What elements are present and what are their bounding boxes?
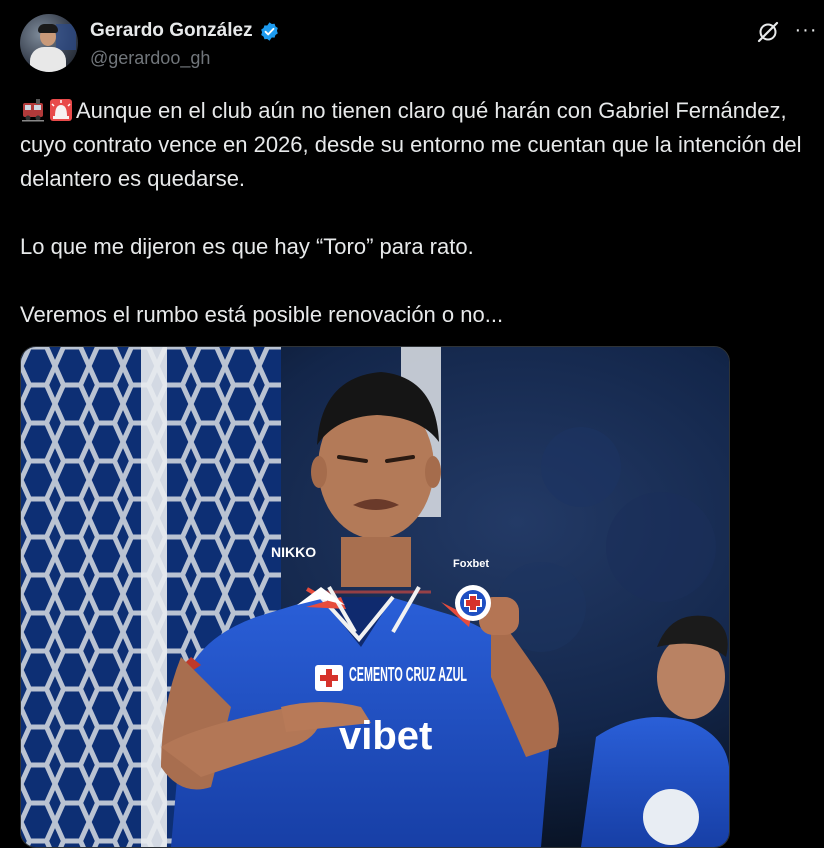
siren-emoji-icon — [50, 99, 72, 121]
more-options-icon[interactable]: ··· — [794, 19, 818, 43]
jersey-sponsor-bottom: vibet — [339, 714, 432, 758]
train-emoji-icon — [22, 99, 44, 122]
tweet-paragraph-2: Lo que me dijeron es que hay “Toro” para… — [20, 234, 474, 259]
club-crest — [455, 585, 491, 621]
author-name-row: Gerardo González — [90, 20, 280, 42]
grok-icon[interactable] — [756, 20, 780, 44]
tweet-paragraph-1: Aunque en el club aún no tienen claro qu… — [20, 94, 812, 196]
author-display-name[interactable]: Gerardo González — [90, 20, 253, 42]
tweet-header: Gerardo González @gerardoo_gh ··· — [20, 14, 816, 76]
tweet-media-photo[interactable]: NIKKO Foxbet CEMENTO CRUZ AZUL vibet — [20, 346, 730, 848]
tweet-paragraph-3: Veremos el rumbo está posible renovación… — [20, 302, 504, 327]
jersey-brand: Foxbet — [453, 558, 489, 570]
tweet-paragraph-1-text: Aunque en el club aún no tienen claro qu… — [20, 98, 802, 191]
tweet-text: Aunque en el club aún no tienen claro qu… — [20, 94, 812, 332]
author-handle[interactable]: @gerardoo_gh — [90, 48, 210, 69]
jersey-sponsor-top: NIKKO — [271, 544, 316, 560]
player-photo: NIKKO Foxbet CEMENTO CRUZ AZUL vibet — [21, 347, 729, 847]
author-avatar[interactable] — [20, 14, 78, 72]
jersey-sponsor-main: CEMENTO CRUZ AZUL — [349, 664, 467, 686]
verified-badge-icon — [260, 21, 278, 41]
